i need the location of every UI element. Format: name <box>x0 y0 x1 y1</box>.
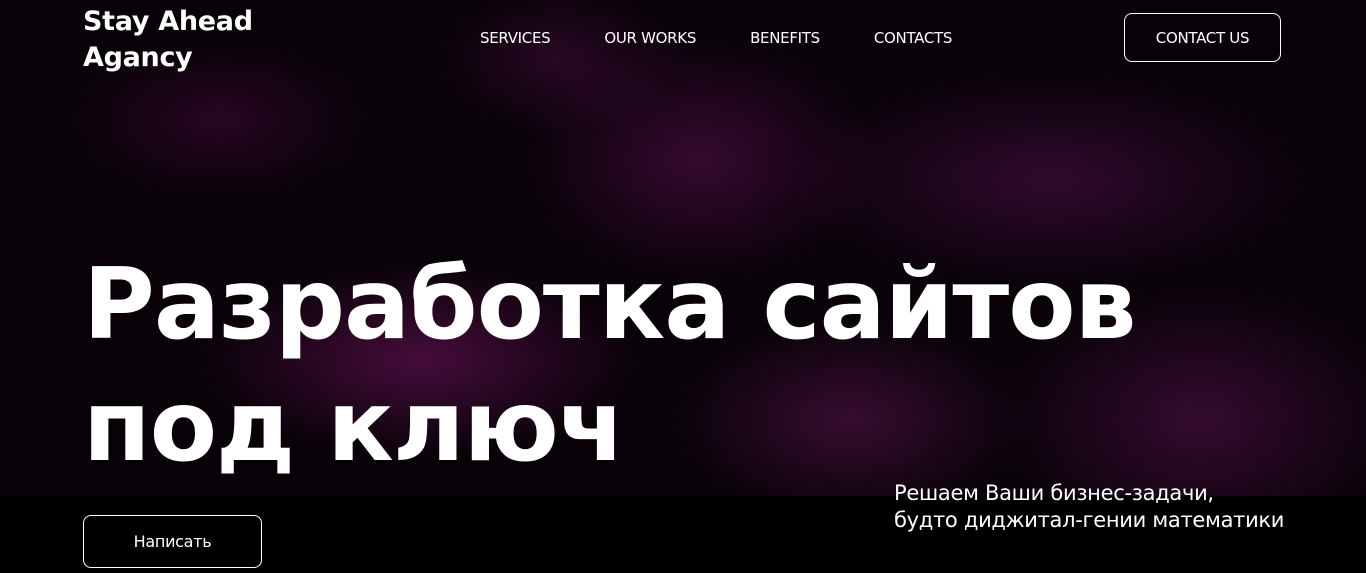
hero-section: Stay Ahead Agancy SERVICES OUR WORKS BEN… <box>0 0 1366 573</box>
brand-logo[interactable]: Stay Ahead Agancy <box>83 4 253 76</box>
hero-title: Разработка сайтов под ключ <box>83 244 1137 488</box>
hero-tagline: Решаем Ваши бизнес-задачи, будто диджита… <box>894 480 1284 534</box>
nav-item-services[interactable]: SERVICES <box>480 28 551 48</box>
nav-item-contacts[interactable]: CONTACTS <box>874 28 953 48</box>
hero-title-line2: под ключ <box>83 370 625 484</box>
contact-us-button[interactable]: CONTACT US <box>1124 13 1281 62</box>
main-nav: SERVICES OUR WORKS BENEFITS CONTACTS <box>480 28 952 48</box>
nav-item-benefits[interactable]: BENEFITS <box>750 28 820 48</box>
hero-title-line1: Разработка сайтов <box>83 248 1137 362</box>
brand-logo-line2: Agancy <box>83 42 193 73</box>
nav-item-our-works[interactable]: OUR WORKS <box>604 28 696 48</box>
write-button[interactable]: Написать <box>83 515 262 568</box>
brand-logo-line1: Stay Ahead <box>83 6 253 37</box>
hero-tagline-line2: будто диджитал-гении математики <box>894 508 1285 532</box>
hero-tagline-line1: Решаем Ваши бизнес-задачи, <box>894 481 1214 505</box>
